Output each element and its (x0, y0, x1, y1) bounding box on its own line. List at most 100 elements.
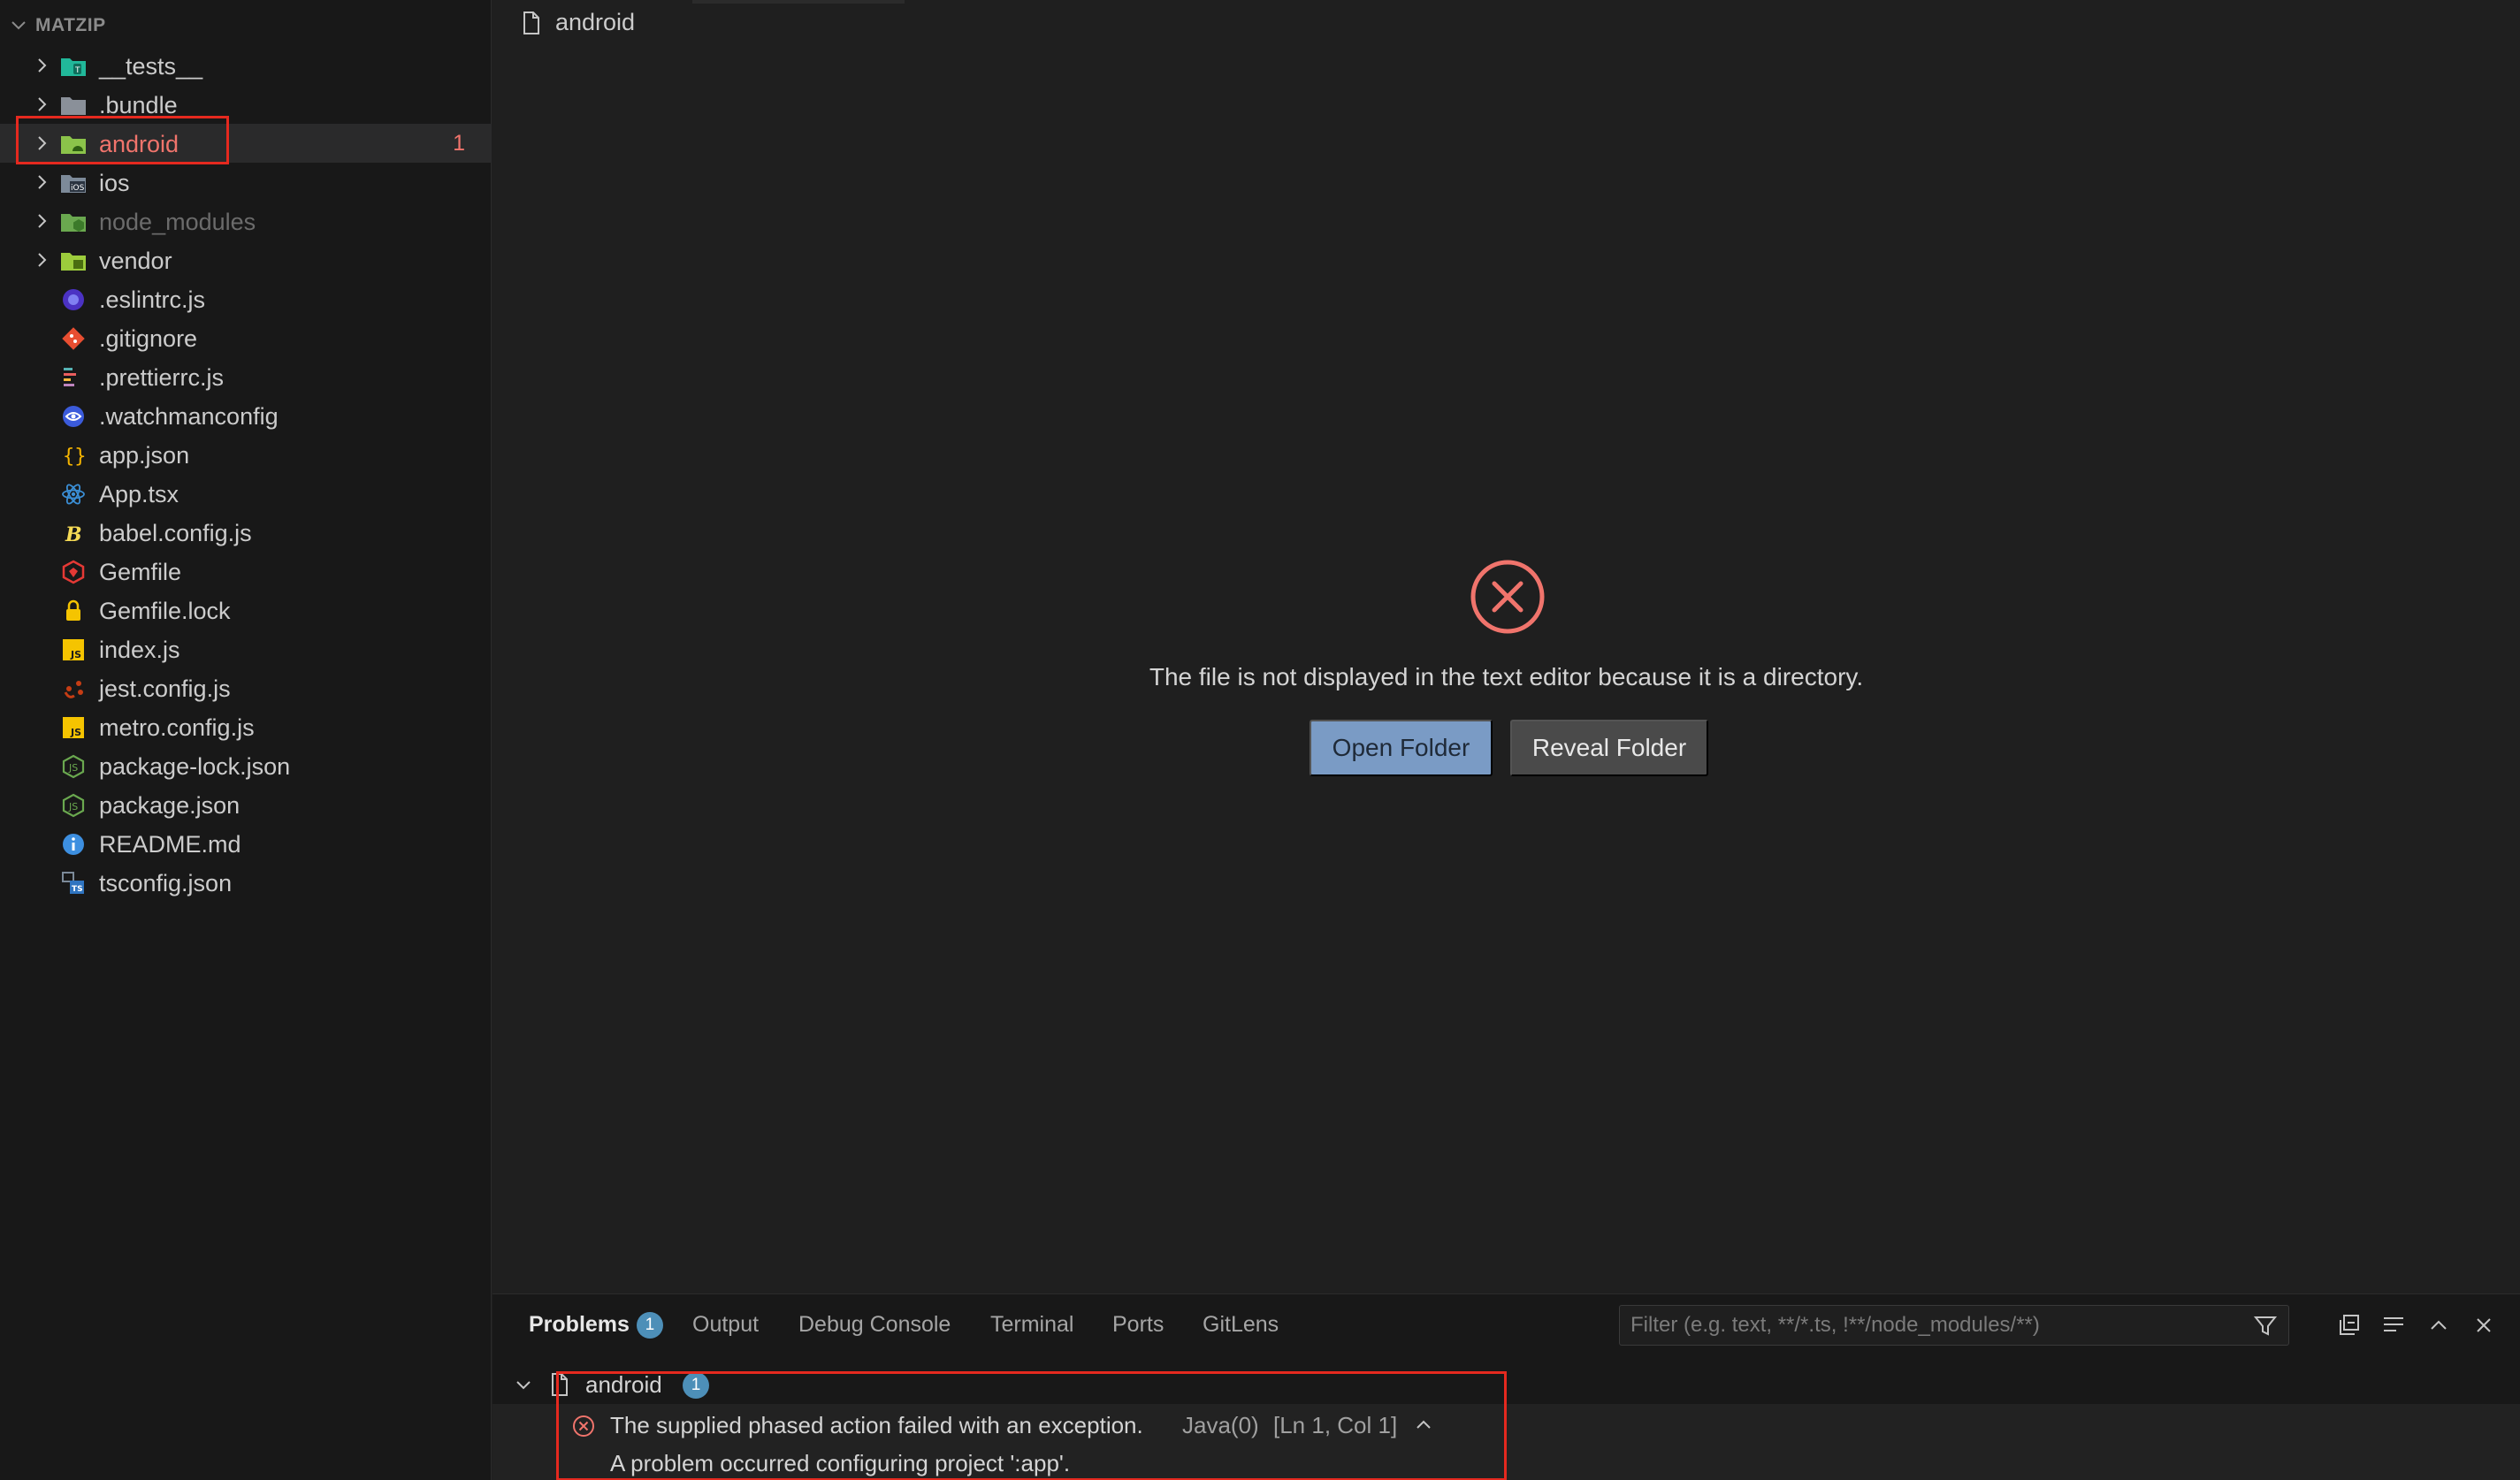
tree-item-vendor[interactable]: vendor (0, 240, 492, 279)
reveal-folder-button[interactable]: Reveal Folder (1510, 720, 1708, 776)
problems-count-badge: 1 (636, 1312, 663, 1339)
tree-item-prettierrc[interactable]: .prettierrc.js (0, 357, 492, 396)
tree-item-watchmanconfig[interactable]: .watchmanconfig (0, 396, 492, 435)
tab-output[interactable]: Output (692, 1312, 759, 1338)
ruby-gem-icon (60, 560, 87, 584)
svg-text:JS: JS (70, 727, 81, 738)
tree-item-label: app.json (99, 442, 190, 469)
tree-item-package-json[interactable]: JS package.json (0, 785, 492, 824)
tests-folder-icon: T (60, 55, 87, 78)
javascript-icon: JS (60, 716, 87, 739)
tab-problems[interactable]: Problems 1 (529, 1312, 663, 1339)
tree-item-label: Gemfile.lock (99, 598, 231, 624)
tree-item-label: Gemfile (99, 559, 182, 585)
close-panel-icon[interactable] (2470, 1312, 2497, 1339)
lock-icon (60, 599, 87, 622)
directory-message: The file is not displayed in the text ed… (1149, 663, 1864, 690)
problem-highlight-box (556, 1371, 1507, 1480)
node-json-icon: JS (60, 754, 87, 779)
tree-item-label: .prettierrc.js (99, 364, 225, 391)
workspace-title: MATZIP (35, 15, 106, 35)
tree-item-label: .eslintrc.js (99, 286, 206, 313)
tree-item-jest-config[interactable]: jest.config.js (0, 668, 492, 707)
chevron-down-icon[interactable] (514, 1376, 533, 1395)
chevron-right-icon (38, 214, 47, 228)
bottom-panel: Problems 1 Output Debug Console Terminal … (493, 1293, 2520, 1480)
panel-tab-bar: Problems 1 Output Debug Console Terminal … (493, 1294, 2520, 1358)
tab-ports[interactable]: Ports (1112, 1312, 1164, 1338)
open-folder-button[interactable]: Open Folder (1310, 720, 1493, 776)
babel-icon: B (60, 522, 87, 545)
chevron-right-icon (38, 97, 47, 111)
eslint-icon (60, 288, 87, 311)
problems-filter[interactable] (1619, 1305, 2289, 1346)
vendor-folder-icon (60, 249, 87, 272)
tree-item-tsconfig[interactable]: TS tsconfig.json (0, 863, 492, 902)
node-json-icon: JS (60, 793, 87, 818)
tab-label: Problems (529, 1312, 630, 1337)
prettier-icon (60, 366, 87, 389)
tree-item-eslintrc[interactable]: .eslintrc.js (0, 279, 492, 318)
tab-gitlens[interactable]: GitLens (1203, 1312, 1279, 1338)
svg-text:T: T (74, 66, 80, 75)
tree-item-readme[interactable]: README.md (0, 824, 492, 863)
explorer-sidebar: MATZIP T __tests__ .bundle android 1 iOS… (0, 0, 492, 1480)
tab-debug-console[interactable]: Debug Console (798, 1312, 951, 1338)
word-wrap-icon[interactable] (2380, 1312, 2407, 1339)
svg-text:JS: JS (70, 649, 81, 660)
tree-item-label: jest.config.js (99, 675, 231, 702)
editor-tab-bar (493, 0, 2520, 50)
tree-item-gemfile[interactable]: Gemfile (0, 552, 492, 591)
svg-text:{}: {} (63, 446, 86, 468)
explorer-header[interactable]: MATZIP (9, 11, 106, 41)
tree-item-label: babel.config.js (99, 520, 252, 546)
tree-item-babel-config[interactable]: B babel.config.js (0, 513, 492, 552)
ios-folder-icon: iOS (60, 172, 87, 195)
error-icon (1470, 560, 1545, 634)
javascript-icon: JS (60, 638, 87, 661)
tree-item-label: vendor (99, 248, 172, 274)
react-icon (60, 483, 87, 506)
svg-text:JS: JS (68, 762, 78, 774)
tree-item-app-json[interactable]: {} app.json (0, 435, 492, 474)
tree-item-label: __tests__ (99, 53, 203, 80)
tree-item-label: tsconfig.json (99, 870, 233, 896)
breadcrumb[interactable]: android (522, 9, 635, 36)
tree-item-label: node_modules (99, 209, 256, 235)
tree-item-package-lock[interactable]: JS package-lock.json (0, 746, 492, 785)
chevron-right-icon (38, 253, 47, 267)
tree-item-tests[interactable]: T __tests__ (0, 46, 492, 85)
info-icon (60, 833, 87, 856)
android-highlight-box (16, 116, 229, 164)
chevron-right-icon (38, 58, 47, 72)
tree-item-metro-config[interactable]: JS metro.config.js (0, 707, 492, 746)
tree-item-label: metro.config.js (99, 714, 255, 741)
maximize-panel-icon[interactable] (2425, 1312, 2452, 1339)
svg-text:JS: JS (68, 801, 78, 812)
folder-icon (60, 94, 87, 117)
svg-text:iOS: iOS (71, 184, 85, 193)
tree-item-ios[interactable]: iOS ios (0, 163, 492, 202)
collapse-all-icon[interactable] (2336, 1312, 2363, 1339)
svg-text:TS: TS (72, 885, 83, 894)
tab-divider (692, 0, 905, 4)
file-icon (523, 11, 539, 34)
tree-item-gemfile-lock[interactable]: Gemfile.lock (0, 591, 492, 629)
watchman-icon (60, 405, 87, 428)
tree-item-label: index.js (99, 637, 180, 663)
tree-item-app-tsx[interactable]: App.tsx (0, 474, 492, 513)
chevron-down-icon (11, 21, 26, 30)
tree-item-label: .watchmanconfig (99, 403, 279, 430)
chevron-right-icon (38, 175, 47, 189)
file-tree: T __tests__ .bundle android 1 iOS ios no… (0, 46, 492, 902)
tree-item-node-modules[interactable]: node_modules (0, 202, 492, 240)
tsconfig-icon: TS (60, 872, 87, 895)
filter-icon[interactable] (2253, 1314, 2278, 1339)
tree-item-index-js[interactable]: JS index.js (0, 629, 492, 668)
git-icon (60, 327, 87, 350)
json-icon: {} (60, 444, 87, 468)
tree-item-label: package.json (99, 792, 241, 819)
tree-item-gitignore[interactable]: .gitignore (0, 318, 492, 357)
tab-terminal[interactable]: Terminal (990, 1312, 1073, 1338)
filter-input[interactable] (1630, 1312, 2232, 1339)
